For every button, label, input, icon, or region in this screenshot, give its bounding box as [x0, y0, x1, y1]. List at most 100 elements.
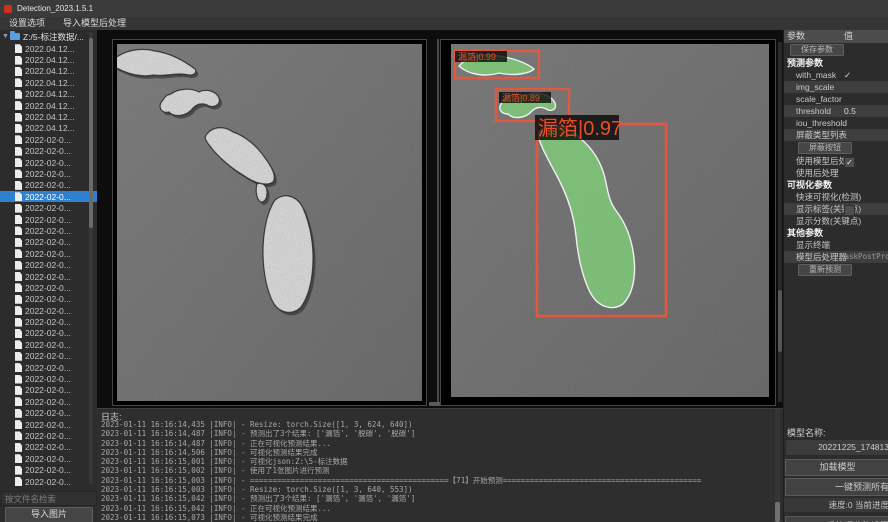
parameter-row[interactable]: img_scale [784, 81, 888, 93]
file-tree: ▼ Z:/5-标注数据/... 2022.04.12... 2022.04.12… [0, 30, 97, 488]
parameter-value[interactable]: MaskPostPro [840, 251, 888, 263]
tree-item[interactable]: 2022-02-0... [0, 373, 97, 384]
app-logo-icon [4, 5, 12, 13]
tree-scrollbar[interactable] [89, 32, 93, 484]
parameter-label: 使用模型后处理 [784, 155, 888, 167]
tree-item-list: 2022.04.12... 2022.04.12... 2022.04.12..… [0, 43, 97, 487]
chevron-down-icon[interactable]: ▼ [2, 33, 9, 40]
predict-all-button[interactable]: 一键预测所有 [785, 478, 888, 496]
file-icon [15, 215, 22, 224]
file-icon [15, 101, 22, 110]
tree-item[interactable]: 2022-02-0... [0, 305, 97, 316]
parameter-row[interactable]: 屏蔽按钮 [784, 141, 888, 155]
import-image-button[interactable]: 导入图片 [5, 507, 93, 522]
tree-item[interactable]: 2022-02-0... [0, 225, 97, 236]
model-name-input[interactable]: 20221225_174813 [785, 439, 888, 456]
tree-item-label: 2022-02-0... [25, 237, 71, 247]
tree-item-label: 2022-02-0... [25, 340, 71, 350]
tree-item[interactable]: 2022-02-0... [0, 396, 97, 407]
tree-item[interactable]: 2022-02-0... [0, 146, 97, 157]
parameter-row[interactable]: 显示终端 [784, 239, 888, 251]
menu-import-postprocess[interactable]: 导入模型后处理 [54, 17, 135, 30]
parameter-row[interactable]: iou_threshold [784, 117, 888, 129]
parameter-label: 屏蔽按钮 [798, 142, 852, 154]
tree-item[interactable]: 2022.04.12... [0, 123, 97, 134]
parameter-row[interactable]: 使用模型后处理 ✓ [784, 155, 888, 167]
parameter-row[interactable]: 快速可视化(检测) [784, 191, 888, 203]
tree-item[interactable]: 2022-02-0... [0, 362, 97, 373]
tree-item[interactable]: 2022.04.12... [0, 111, 97, 122]
parameter-row[interactable]: 屏蔽类型列表 [784, 129, 888, 141]
parameter-label: img_scale [784, 81, 888, 93]
tree-item[interactable]: 2022.04.12... [0, 100, 97, 111]
tree-item-label: 2022-02-0... [25, 477, 71, 487]
detection-label-1: 漏箔|0.99 [458, 51, 496, 62]
parameter-value[interactable]: ✓ [844, 157, 855, 168]
parameter-row[interactable]: 使用后处理 [784, 167, 888, 179]
postprocess-settings-button[interactable]: 后处理参数设置 [785, 516, 888, 522]
parameter-row[interactable]: 模型后处理器 MaskPostPro [784, 251, 888, 263]
menu-settings[interactable]: 设置选项 [0, 17, 54, 30]
tree-item-label: 2022-02-0... [25, 408, 71, 418]
tree-item[interactable]: 2022-02-0... [0, 430, 97, 441]
parameter-row[interactable]: 保存参数 [784, 43, 888, 57]
tree-item[interactable]: 2022-02-0... [0, 202, 97, 213]
parameter-row[interactable]: scale_factor [784, 93, 888, 105]
parameter-row[interactable]: 预测参数 [784, 57, 888, 69]
viewer-scrollbar[interactable] [778, 42, 782, 402]
tree-item[interactable]: 2022-02-0... [0, 442, 97, 453]
tree-item[interactable]: 2022-02-0... [0, 294, 97, 305]
tree-item[interactable]: 2022-02-0... [0, 385, 97, 396]
tree-item[interactable]: 2022-02-0... [0, 464, 97, 475]
source-image-panel [112, 39, 427, 406]
parameter-value[interactable] [844, 205, 855, 216]
app-window: Detection_2023.1.5.1 设置选项 导入模型后处理 ▼ Z:/5… [0, 0, 888, 522]
parameter-row[interactable]: 其他参数 [784, 227, 888, 239]
tree-item[interactable]: 2022-02-0... [0, 237, 97, 248]
tree-item[interactable]: 2022-02-0... [0, 316, 97, 327]
tree-item[interactable]: 2022-02-0... [0, 248, 97, 259]
parameter-label: 屏蔽类型列表 [784, 129, 888, 141]
tree-item-label: 2022-02-0... [25, 431, 71, 441]
tree-item[interactable]: 2022-02-0... [0, 134, 97, 145]
tree-item[interactable]: 2022-02-0... [0, 419, 97, 430]
log-line: 2023-01-11 16:16:15,042 |INFO| - 预测出了3个结… [101, 494, 769, 503]
tree-item-label: 2022-02-0... [25, 260, 71, 270]
tree-item[interactable]: 2022-02-0... [0, 191, 97, 202]
tree-item[interactable]: 2022-02-0... [0, 453, 97, 464]
parameter-row[interactable]: threshold 0.5 [784, 105, 888, 117]
tree-item[interactable]: 2022-02-0... [0, 282, 97, 293]
parameter-value[interactable]: 0.5 [844, 105, 856, 117]
tree-item[interactable]: 2022-02-0... [0, 351, 97, 362]
parameter-row[interactable]: with_mask ✓ [784, 69, 888, 81]
tree-item[interactable]: 2022.04.12... [0, 66, 97, 77]
tree-item-label: 2022-02-0... [25, 317, 71, 327]
parameter-row[interactable]: 显示标签(关键点) [784, 203, 888, 215]
tree-item-label: 2022-02-0... [25, 306, 71, 316]
load-model-button[interactable]: 加载模型 [785, 459, 888, 476]
tree-item[interactable]: 2022.04.12... [0, 54, 97, 65]
detection-label-2: 漏箔|0.89 [502, 92, 540, 103]
parameter-value[interactable]: ✓ [844, 69, 851, 81]
tree-item[interactable]: 2022-02-0... [0, 408, 97, 419]
tree-item[interactable]: 2022-02-0... [0, 328, 97, 339]
tree-item[interactable]: 2022-02-0... [0, 168, 97, 179]
parameter-row[interactable]: 可视化参数 [784, 179, 888, 191]
tree-item[interactable]: 2022-02-0... [0, 214, 97, 225]
tree-root[interactable]: ▼ Z:/5-标注数据/... [0, 30, 97, 43]
tree-item[interactable]: 2022-02-0... [0, 339, 97, 350]
log-scrollbar[interactable] [775, 409, 780, 522]
search-input[interactable] [1, 491, 97, 506]
tree-item[interactable]: 2022.04.12... [0, 43, 97, 54]
tree-item[interactable]: 2022-02-0... [0, 271, 97, 282]
tree-item[interactable]: 2022-02-0... [0, 180, 97, 191]
tree-item[interactable]: 2022.04.12... [0, 77, 97, 88]
tree-item[interactable]: 2022-02-0... [0, 259, 97, 270]
parameter-row[interactable]: 重新预测 [784, 263, 888, 277]
tree-item[interactable]: 2022.04.12... [0, 89, 97, 100]
panel-splitter[interactable] [437, 39, 439, 406]
tree-item[interactable]: 2022-02-0... [0, 157, 97, 168]
parameter-row[interactable]: 显示分数(关键点) [784, 215, 888, 227]
parameter-label: 显示标签(关键点) [784, 203, 888, 215]
tree-item[interactable]: 2022-02-0... [0, 476, 97, 487]
